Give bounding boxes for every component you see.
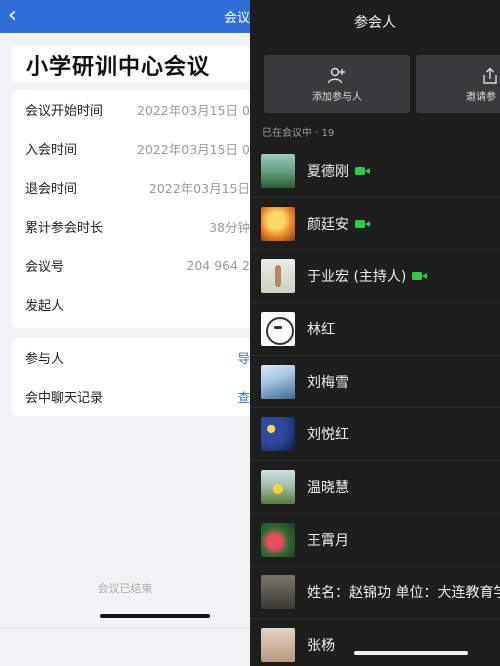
participants-panel: 参会人 添加参与人 邀请参 已在会议中 · 19 夏德刚 颜廷安 于业宏 (主持… (250, 0, 500, 666)
detail-label: 累计参会时长 (25, 221, 104, 236)
detail-value: 2022年03月15日 0 (136, 103, 250, 118)
list-item[interactable]: 王霄月 (250, 514, 500, 567)
view-link[interactable]: 查 (237, 387, 250, 406)
list-item[interactable]: 林红 (250, 303, 500, 356)
detail-row-join-time: 入会时间 2022年03月15日 0 (12, 129, 250, 168)
meeting-title-banner: 小学研训中心会议 (12, 46, 250, 82)
participant-actions: 添加参与人 邀请参 (264, 55, 500, 115)
avatar (261, 628, 295, 663)
detail-value: 2022年03月15日 0 (136, 142, 250, 157)
invite-button[interactable]: 邀请参 (416, 55, 500, 113)
chat-record-link-row[interactable]: 会中聊天记录 查 (12, 377, 250, 416)
avatar (261, 259, 295, 294)
participants-title: 参会人 (354, 15, 396, 31)
detail-label: 会议号 (25, 260, 65, 275)
share-icon (483, 67, 497, 84)
video-camera-icon (355, 219, 371, 229)
list-item[interactable]: 刘梅雪 (250, 356, 500, 409)
avatar (261, 206, 295, 241)
list-item[interactable]: 于业宏 (主持人) (250, 250, 500, 304)
avatar (261, 153, 295, 188)
list-item[interactable]: 夏德刚 (250, 145, 500, 198)
participant-name: 张杨 (307, 638, 335, 655)
list-item[interactable]: 刘悦红 (250, 408, 500, 462)
video-camera-icon (412, 271, 428, 281)
link-label: 会中聊天记录 (25, 391, 104, 406)
detail-label: 会议开始时间 (25, 104, 104, 119)
home-indicator (354, 651, 468, 655)
detail-value: 38分钟 (209, 220, 250, 235)
avatar (261, 469, 295, 504)
detail-row-leave-time: 退会时间 2022年03月15日 (12, 168, 250, 207)
detail-row-organizer: 发起人 (12, 285, 250, 324)
divider (0, 628, 250, 629)
participant-list: 夏德刚 颜廷安 于业宏 (主持人) 林红 刘梅雪 刘悦红 温晓慧 王霄月 姓名：… (250, 145, 500, 666)
list-item[interactable]: 温晓慧 (250, 461, 500, 514)
back-icon[interactable]: ‹ (8, 4, 17, 28)
video-camera-icon (355, 166, 371, 176)
meeting-links-card: 参与人 导 会中聊天记录 查 (12, 338, 250, 416)
participant-name: 王霄月 (307, 532, 349, 549)
detail-label: 退会时间 (25, 182, 78, 197)
link-label: 参与人 (25, 352, 65, 367)
avatar (261, 575, 295, 610)
participant-name: 于业宏 (主持人) (307, 269, 407, 286)
list-item[interactable]: 张杨 (250, 619, 500, 666)
detail-label: 发起人 (25, 299, 65, 314)
invite-label: 邀请参 (466, 92, 496, 103)
avatar (261, 522, 295, 557)
detail-row-meeting-id: 会议号 204 964 2 (12, 246, 250, 285)
detail-value: 2022年03月15日 (148, 181, 250, 196)
export-link[interactable]: 导 (237, 348, 250, 367)
list-item[interactable]: 颜廷安 (250, 198, 500, 251)
home-indicator (100, 614, 210, 618)
detail-row-duration: 累计参会时长 38分钟 (12, 207, 250, 246)
participant-name: 林红 (307, 321, 335, 338)
participant-name: 刘梅雪 (307, 374, 349, 391)
add-participant-button[interactable]: 添加参与人 (264, 55, 410, 113)
participant-name: 夏德刚 (307, 163, 349, 180)
participants-link-row[interactable]: 参与人 导 (12, 338, 250, 377)
meeting-title: 小学研训中心会议 (26, 55, 211, 80)
avatar (261, 364, 295, 399)
add-participant-label: 添加参与人 (312, 92, 362, 103)
avatar (261, 311, 295, 346)
add-person-icon (327, 67, 345, 84)
participant-name: 温晓慧 (307, 479, 349, 496)
in-meeting-count: 已在会议中 · 19 (262, 128, 335, 139)
detail-value: 204 964 2 (186, 258, 250, 273)
meeting-ended-label: 会议已结束 (97, 582, 153, 595)
list-item[interactable]: 姓名：赵锦功 单位：大连教育学 (250, 567, 500, 620)
participant-name: 姓名：赵锦功 单位：大连教育学 (307, 585, 500, 602)
participant-name: 刘悦红 (307, 427, 349, 444)
meeting-info-card: 会议开始时间 2022年03月15日 0 入会时间 2022年03月15日 0 … (12, 90, 250, 328)
detail-row-start-time: 会议开始时间 2022年03月15日 0 (12, 90, 250, 129)
avatar (261, 417, 295, 452)
detail-label: 入会时间 (25, 143, 78, 158)
participant-name: 颜廷安 (307, 216, 349, 233)
